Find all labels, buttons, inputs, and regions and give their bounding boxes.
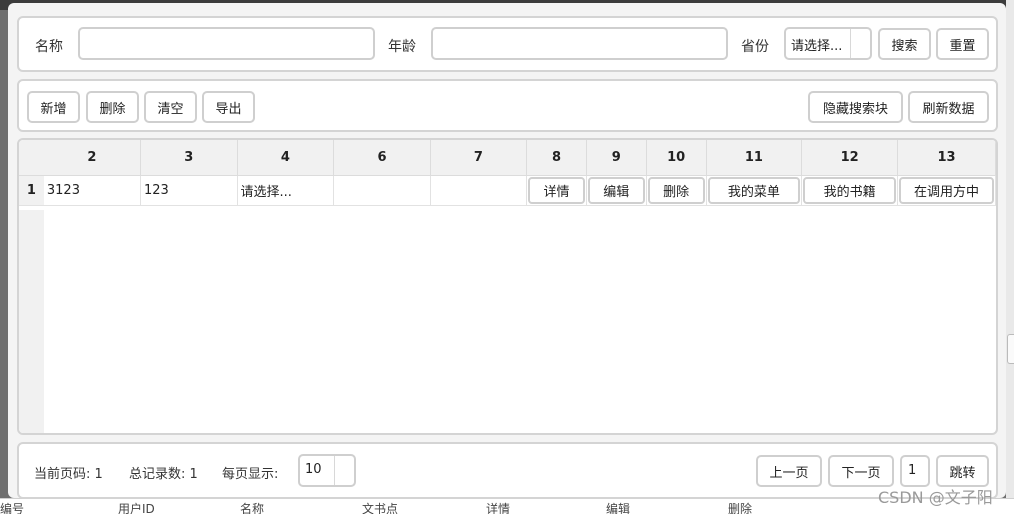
per-page-value: 10 — [305, 462, 322, 477]
background-col-label: 删除 — [728, 502, 753, 514]
row-number-header — [19, 140, 44, 176]
data-grid: 2 3 4 6 7 8 9 10 11 12 13 1 3123 123 请选择… — [17, 138, 998, 435]
table-cell[interactable]: 3123 — [43, 175, 141, 206]
table-cell: 我的菜单 — [706, 175, 803, 206]
per-page-label: 每页显示: — [222, 467, 279, 482]
column-header[interactable]: 3 — [140, 140, 238, 176]
my-books-button[interactable]: 我的书籍 — [803, 176, 897, 204]
detail-button[interactable]: 详情 — [528, 176, 585, 204]
prev-page-button[interactable]: 上一页 — [756, 455, 822, 487]
total-records-label: 总记录数: 1 — [129, 467, 198, 482]
table-cell[interactable]: 请选择... — [237, 175, 335, 206]
row-number: 1 — [19, 175, 44, 206]
age-label: 年龄 — [388, 39, 416, 55]
my-menu-button[interactable]: 我的菜单 — [707, 176, 801, 204]
table-cell: 删除 — [646, 175, 707, 206]
background-col-label: 名称 — [240, 502, 265, 514]
reset-button[interactable]: 重置 — [936, 28, 989, 60]
column-header[interactable]: 2 — [43, 140, 141, 176]
table-cell: 详情 — [526, 175, 587, 206]
background-col-label: 文书点 — [362, 502, 399, 514]
age-input[interactable] — [431, 27, 728, 60]
per-page-select[interactable]: 10 — [298, 454, 356, 487]
toolbar-panel: 新增 删除 清空 导出 隐藏搜索块 刷新数据 — [17, 79, 998, 132]
current-page-label: 当前页码: 1 — [34, 467, 103, 482]
background-table-header: 编号 用户ID 名称 文书点 详情 编辑 删除 — [0, 498, 1014, 514]
column-header[interactable]: 10 — [646, 140, 707, 176]
background-col-label: 编辑 — [606, 502, 631, 514]
province-select-value: 请选择... — [791, 39, 843, 54]
background-button — [1007, 334, 1014, 364]
refresh-data-button[interactable]: 刷新数据 — [908, 91, 989, 123]
table-cell[interactable] — [430, 175, 528, 206]
in-caller-button[interactable]: 在调用方中 — [899, 176, 994, 204]
clear-button[interactable]: 清空 — [144, 91, 197, 123]
jump-button[interactable]: 跳转 — [936, 455, 989, 487]
dropdown-arrow-icon[interactable] — [334, 456, 354, 485]
column-header[interactable]: 12 — [801, 140, 899, 176]
background-col-label: 详情 — [486, 502, 511, 514]
table-cell: 我的书籍 — [801, 175, 899, 206]
province-label: 省份 — [741, 39, 769, 55]
column-header[interactable]: 9 — [586, 140, 647, 176]
export-button[interactable]: 导出 — [202, 91, 255, 123]
table-cell[interactable] — [333, 175, 431, 206]
grid-table: 2 3 4 6 7 8 9 10 11 12 13 1 3123 123 请选择… — [19, 140, 996, 206]
edit-button[interactable]: 编辑 — [587, 176, 645, 204]
name-input[interactable] — [78, 27, 375, 60]
name-label: 名称 — [35, 39, 63, 55]
page-number-input[interactable]: 1 — [900, 455, 930, 487]
search-panel: 名称 年龄 省份 请选择... 搜索 重置 — [17, 16, 998, 72]
column-header[interactable]: 6 — [333, 140, 431, 176]
grid-header-row: 2 3 4 6 7 8 9 10 11 12 13 — [19, 140, 996, 176]
province-select[interactable]: 请选择... — [784, 27, 872, 60]
column-header[interactable]: 11 — [706, 140, 803, 176]
table-cell: 编辑 — [586, 175, 647, 206]
background-col-label: 编号 — [0, 502, 25, 514]
search-button[interactable]: 搜索 — [878, 28, 931, 60]
column-header[interactable]: 8 — [526, 140, 587, 176]
row-delete-button[interactable]: 删除 — [647, 176, 705, 204]
csdn-watermark: CSDN @文子阳 — [878, 488, 993, 507]
add-button[interactable]: 新增 — [27, 91, 80, 123]
column-header[interactable]: 7 — [430, 140, 528, 176]
table-cell: 在调用方中 — [897, 175, 996, 206]
column-header[interactable]: 13 — [897, 140, 996, 176]
next-page-button[interactable]: 下一页 — [828, 455, 894, 487]
delete-button[interactable]: 删除 — [86, 91, 139, 123]
table-row[interactable]: 1 3123 123 请选择... 详情 编辑 删除 我的菜单 我的书籍 在调用… — [19, 175, 996, 206]
background-col-label: 用户ID — [118, 502, 155, 514]
dialog: 名称 年龄 省份 请选择... 搜索 重置 新增 删除 清空 导出 隐藏搜索块 … — [8, 3, 1006, 499]
pagination-panel: 当前页码: 1 总记录数: 1 每页显示: 10 上一页 下一页 1 跳转 — [17, 442, 998, 499]
column-header[interactable]: 4 — [237, 140, 335, 176]
hide-search-button[interactable]: 隐藏搜索块 — [808, 91, 903, 123]
dropdown-arrow-icon[interactable] — [850, 29, 870, 58]
table-cell[interactable]: 123 — [140, 175, 238, 206]
row-number-gutter — [19, 210, 44, 433]
background-window-right — [1006, 0, 1014, 514]
